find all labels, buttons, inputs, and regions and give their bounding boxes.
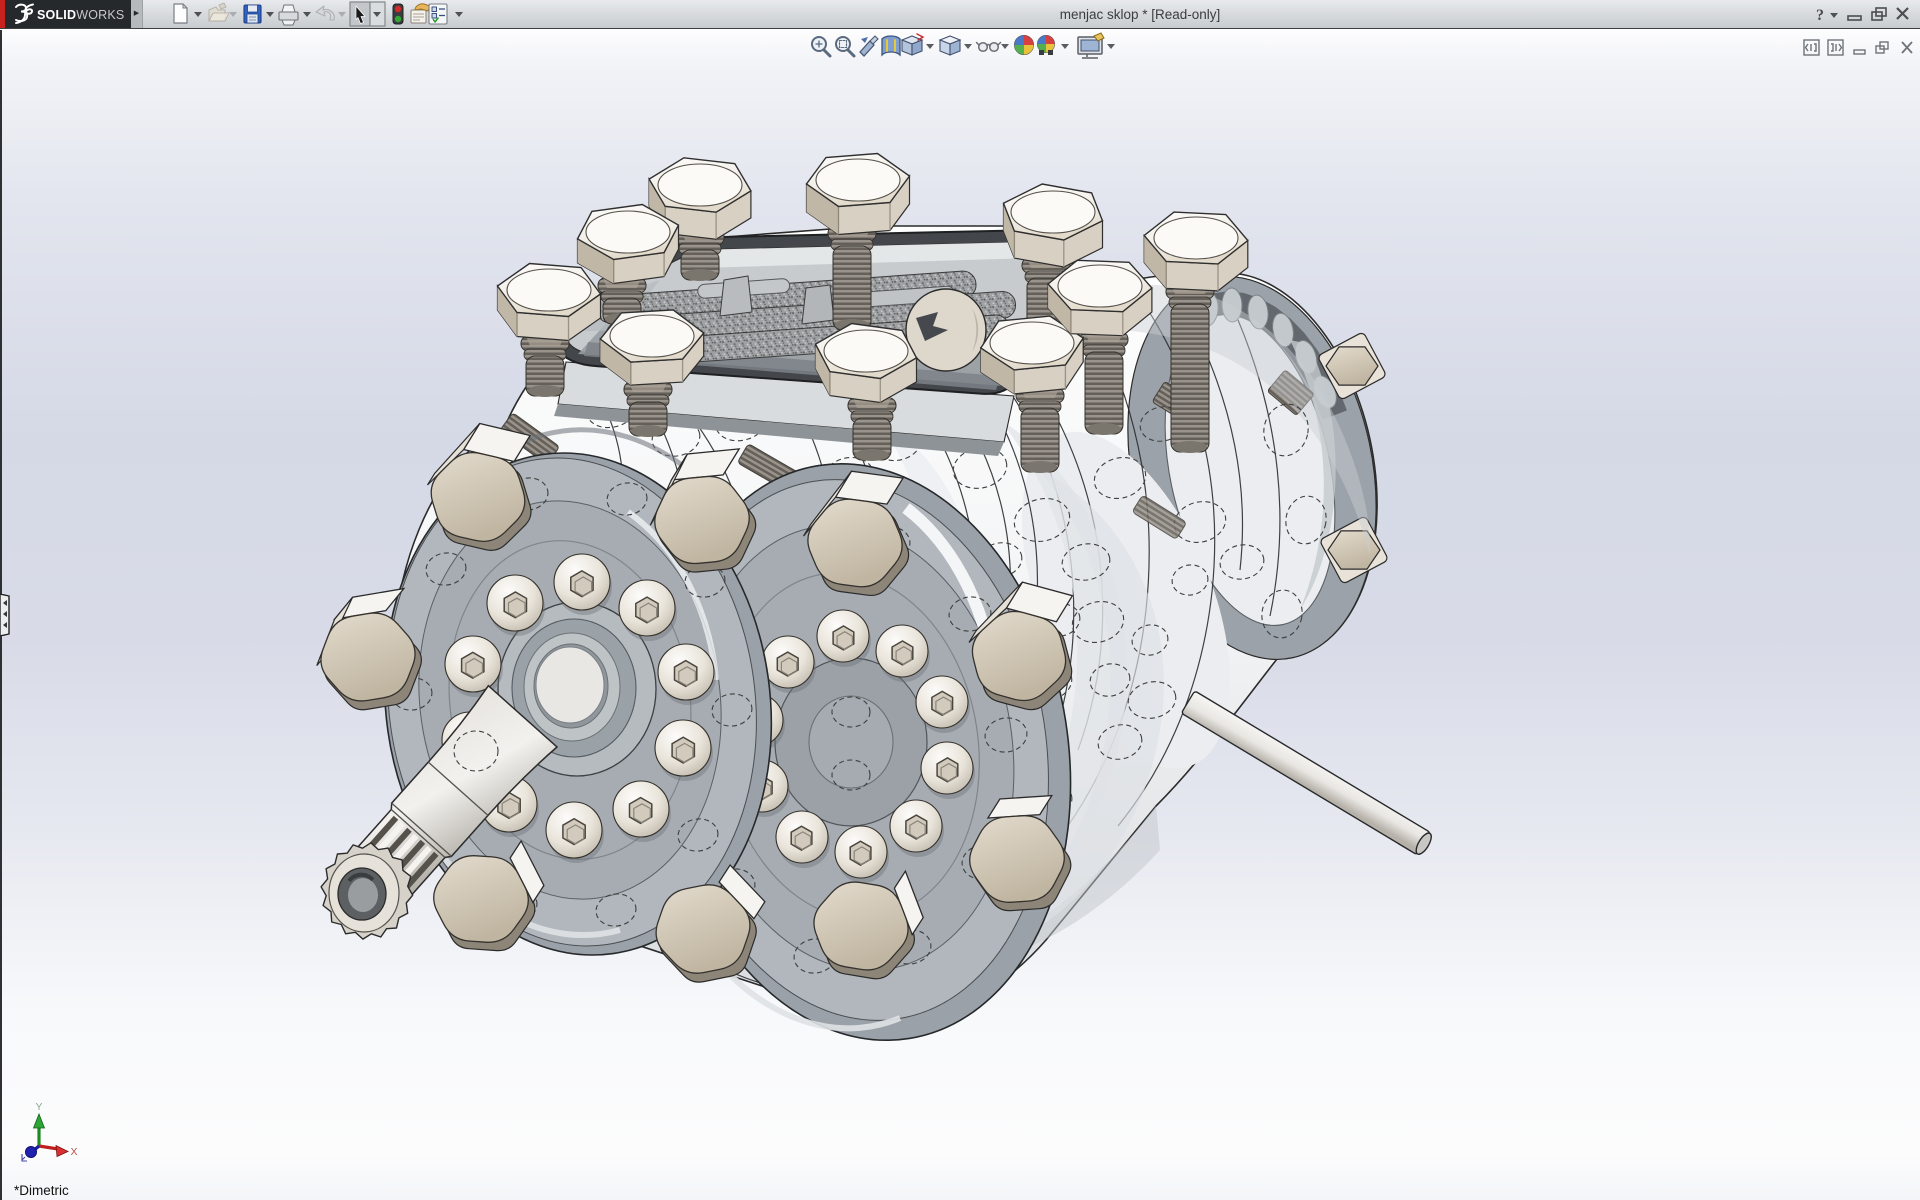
- svg-text:SOLIDWORKS: SOLIDWORKS: [37, 8, 124, 22]
- svg-text:Y: Y: [35, 1101, 42, 1113]
- svg-text:X: X: [70, 1146, 77, 1158]
- svg-text:?: ?: [1816, 7, 1824, 24]
